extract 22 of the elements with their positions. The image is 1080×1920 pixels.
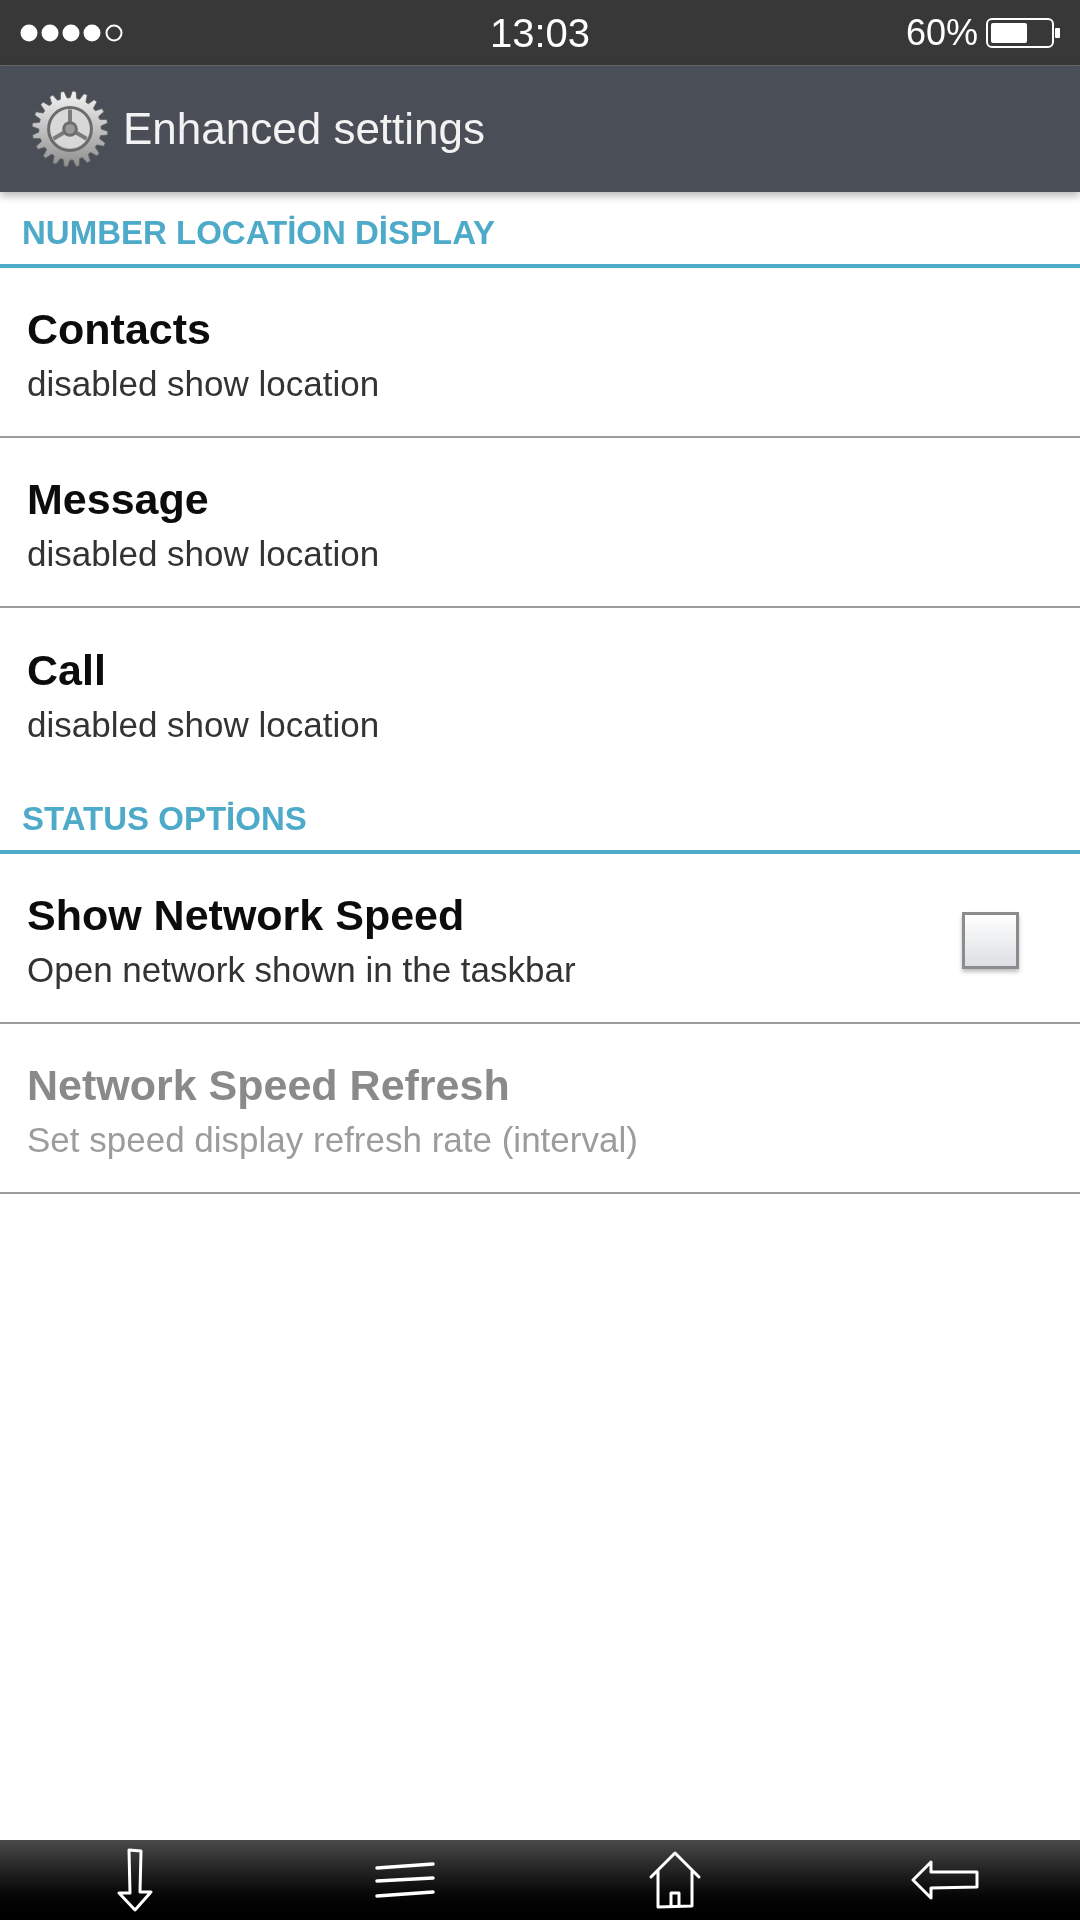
clock-time: 13:03: [489, 12, 591, 53]
battery-percentage: 60%: [905, 14, 978, 51]
setting-summary: Set speed display refresh rate (interval): [27, 1118, 639, 1161]
menu-icon[interactable]: [375, 1861, 435, 1899]
setting-summary: Open network shown in the taskbar: [27, 948, 577, 991]
section-header: NUMBER LOCATİON DİSPLAY: [22, 215, 496, 249]
section-header: STATUS OPTİONS: [22, 801, 307, 835]
home-icon[interactable]: [648, 1850, 702, 1910]
battery-icon: [986, 17, 1060, 48]
screen-title: Enhanced settings: [123, 107, 486, 151]
down-arrow-icon[interactable]: [115, 1848, 155, 1912]
setting-title[interactable]: Contacts: [27, 303, 1019, 354]
setting-summary: disabled show location: [27, 532, 381, 575]
setting-summary: disabled show location: [27, 362, 381, 405]
checkbox[interactable]: [962, 911, 1019, 969]
setting-title[interactable]: Show Network Speed: [27, 889, 962, 940]
signal-icon: [20, 23, 124, 42]
setting-title[interactable]: Call: [27, 644, 1019, 695]
setting-title[interactable]: Message: [27, 473, 1019, 524]
setting-summary: disabled show location: [27, 703, 381, 746]
back-arrow-icon[interactable]: [911, 1860, 979, 1900]
settings-icon: [31, 90, 109, 168]
